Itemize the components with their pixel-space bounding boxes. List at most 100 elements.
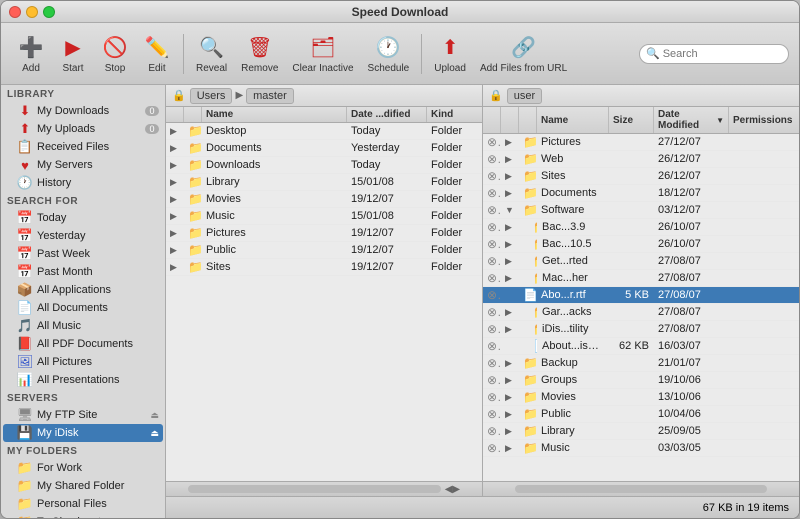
row-expand[interactable]: ▶ — [166, 125, 184, 138]
table-row[interactable]: ⊗ ▶ 📁 Movies 13/10/06 — [483, 389, 799, 406]
row-action[interactable]: ⊗ — [483, 134, 501, 150]
row-action[interactable]: ⊗ — [483, 440, 501, 456]
left-col-date[interactable]: Date ...dified — [347, 107, 427, 122]
sidebar-item-ftp[interactable]: 🖥 My FTP Site ⏏ — [3, 406, 163, 424]
row-expand[interactable]: ▶ — [501, 238, 519, 251]
right-file-table[interactable]: ⊗ ▶ 📁 Pictures 27/12/07 ⊗ ▶ 📁 Web 26/12/… — [483, 134, 799, 481]
add-files-button[interactable]: 🔗 Add Files from URL — [474, 29, 573, 78]
row-expand[interactable]: ▶ — [501, 425, 519, 438]
right-col-date[interactable]: Date Modified ▼ — [654, 107, 729, 133]
sidebar-item-all-apps[interactable]: 📦 All Applications — [3, 281, 163, 299]
table-row[interactable]: ⊗ ▶ 📁 Sites 26/12/07 — [483, 168, 799, 185]
row-expand[interactable] — [501, 345, 519, 347]
row-expand[interactable]: ▶ — [166, 193, 184, 206]
table-row[interactable]: ⊗ ▶ 📁 Groups 19/10/06 — [483, 372, 799, 389]
sidebar-item-past-month[interactable]: 📅 Past Month — [3, 263, 163, 281]
row-action[interactable]: ⊗ — [483, 389, 501, 405]
row-expand[interactable] — [501, 294, 519, 296]
table-row[interactable]: ⊗ ▼ 📁 Software 03/12/07 — [483, 202, 799, 219]
row-expand[interactable]: ▶ — [166, 142, 184, 155]
row-expand[interactable]: ▶ — [166, 244, 184, 257]
table-row[interactable]: ⊗ ▶ 📁 Library 25/09/05 — [483, 423, 799, 440]
sidebar-item-idisk[interactable]: 💾 My iDisk ⏏ — [3, 424, 163, 442]
right-col-perms[interactable]: Permissions — [729, 107, 799, 133]
row-action[interactable]: ⊗ — [483, 423, 501, 439]
add-button[interactable]: ➕ Add — [11, 29, 51, 78]
left-scroll-arrows[interactable]: ◀▶ — [445, 484, 460, 495]
edit-button[interactable]: ✏️ Edit — [137, 29, 177, 78]
sidebar-item-all-pictures[interactable]: 🖼 All Pictures — [3, 353, 163, 371]
table-row[interactable]: ⊗ ▶ 📁 Bac...3.9 26/10/07 — [483, 219, 799, 236]
sidebar-item-shared-folder[interactable]: 📁 My Shared Folder — [3, 477, 163, 495]
breadcrumb-users[interactable]: Users — [190, 88, 233, 104]
table-row[interactable]: ▶ 📁 Pictures 19/12/07 Folder — [166, 225, 482, 242]
row-action[interactable]: ⊗ — [483, 236, 501, 252]
table-row[interactable]: ⊗ ▶ 📁 Backup 21/01/07 — [483, 355, 799, 372]
row-action[interactable]: ⊗ — [483, 151, 501, 167]
left-file-table[interactable]: ▶ 📁 Desktop Today Folder ▶ 📁 Documents Y… — [166, 123, 482, 481]
row-action[interactable]: ⊗ — [483, 355, 501, 371]
row-expand[interactable]: ▶ — [501, 187, 519, 200]
sidebar-item-all-presentations[interactable]: 📊 All Presentations — [3, 371, 163, 389]
row-action[interactable]: ⊗ — [483, 270, 501, 286]
row-expand[interactable]: ▶ — [501, 323, 519, 336]
stop-button[interactable]: 🚫 Stop — [95, 29, 135, 78]
row-expand[interactable]: ▶ — [166, 176, 184, 189]
row-expand[interactable]: ▶ — [166, 159, 184, 172]
remove-button[interactable]: 🗑 Remove — [235, 29, 284, 78]
table-row[interactable]: ▶ 📁 Movies 19/12/07 Folder — [166, 191, 482, 208]
minimize-button[interactable] — [26, 6, 38, 18]
row-expand[interactable]: ▼ — [501, 204, 519, 216]
table-row[interactable]: ▶ 📁 Library 15/01/08 Folder — [166, 174, 482, 191]
row-expand[interactable]: ▶ — [501, 357, 519, 370]
sidebar-item-to-check-out[interactable]: 📁 To Check out — [3, 513, 163, 518]
row-expand[interactable]: ▶ — [501, 153, 519, 166]
maximize-button[interactable] — [43, 6, 55, 18]
row-action[interactable]: ⊗ — [483, 321, 501, 337]
right-col-size[interactable]: Size — [609, 107, 654, 133]
row-expand[interactable]: ▶ — [501, 136, 519, 149]
close-button[interactable] — [9, 6, 21, 18]
table-row[interactable]: ⊗ ▶ 📁 Pictures 27/12/07 — [483, 134, 799, 151]
sidebar-item-past-week[interactable]: 📅 Past Week — [3, 245, 163, 263]
sidebar-item-yesterday[interactable]: 📅 Yesterday — [3, 227, 163, 245]
row-expand[interactable]: ▶ — [501, 391, 519, 404]
sidebar-item-my-downloads[interactable]: ⬇ My Downloads 0 — [3, 102, 163, 120]
table-row[interactable]: ▶ 📁 Sites 19/12/07 Folder — [166, 259, 482, 276]
sidebar-item-all-docs[interactable]: 📄 All Documents — [3, 299, 163, 317]
row-expand[interactable]: ▶ — [501, 408, 519, 421]
sidebar-item-history[interactable]: 🕐 History — [3, 174, 163, 192]
search-box[interactable]: 🔍 — [639, 44, 789, 64]
row-action[interactable]: ⊗ — [483, 168, 501, 184]
table-row[interactable]: ▶ 📁 Downloads Today Folder — [166, 157, 482, 174]
table-row[interactable]: ▶ 📁 Documents Yesterday Folder — [166, 140, 482, 157]
table-row[interactable]: ⊗ ▶ 📁 Music 03/03/05 — [483, 440, 799, 457]
left-col-name[interactable]: Name — [202, 107, 347, 122]
table-row[interactable]: ⊗ ▶ 📁 Get...rted 27/08/07 — [483, 253, 799, 270]
row-expand[interactable]: ▶ — [166, 227, 184, 240]
breadcrumb-user[interactable]: user — [507, 88, 542, 104]
clear-inactive-button[interactable]: 🗂 Clear Inactive — [286, 29, 359, 78]
row-action[interactable]: ⊗ — [483, 287, 501, 303]
upload-button[interactable]: ⬆ Upload — [428, 29, 472, 78]
row-action[interactable]: ⊗ — [483, 406, 501, 422]
row-expand[interactable]: ▶ — [166, 210, 184, 223]
row-expand[interactable]: ▶ — [166, 261, 184, 274]
table-row[interactable]: ▶ 📁 Desktop Today Folder — [166, 123, 482, 140]
table-row[interactable]: ⊗ ▶ 📁 Mac...her 27/08/07 — [483, 270, 799, 287]
sidebar-item-my-uploads[interactable]: ⬆ My Uploads 0 — [3, 120, 163, 138]
row-expand[interactable]: ▶ — [501, 374, 519, 387]
table-row[interactable]: ⊗ 📄 Abo...r.rtf 5 KB 27/08/07 — [483, 287, 799, 304]
table-row[interactable]: ⊗ ▶ 📁 Documents 18/12/07 — [483, 185, 799, 202]
row-expand[interactable]: ▶ — [501, 272, 519, 285]
sidebar-item-today[interactable]: 📅 Today — [3, 209, 163, 227]
row-action[interactable]: ⊗ — [483, 253, 501, 269]
reveal-button[interactable]: 🔍 Reveal — [190, 29, 233, 78]
sidebar-item-all-pdf[interactable]: 📕 All PDF Documents — [3, 335, 163, 353]
breadcrumb-master[interactable]: master — [246, 88, 294, 104]
table-row[interactable]: ▶ 📁 Music 15/01/08 Folder — [166, 208, 482, 225]
left-col-kind[interactable]: Kind — [427, 107, 482, 122]
row-expand[interactable]: ▶ — [501, 221, 519, 234]
row-expand[interactable]: ▶ — [501, 170, 519, 183]
sidebar-item-for-work[interactable]: 📁 For Work — [3, 459, 163, 477]
